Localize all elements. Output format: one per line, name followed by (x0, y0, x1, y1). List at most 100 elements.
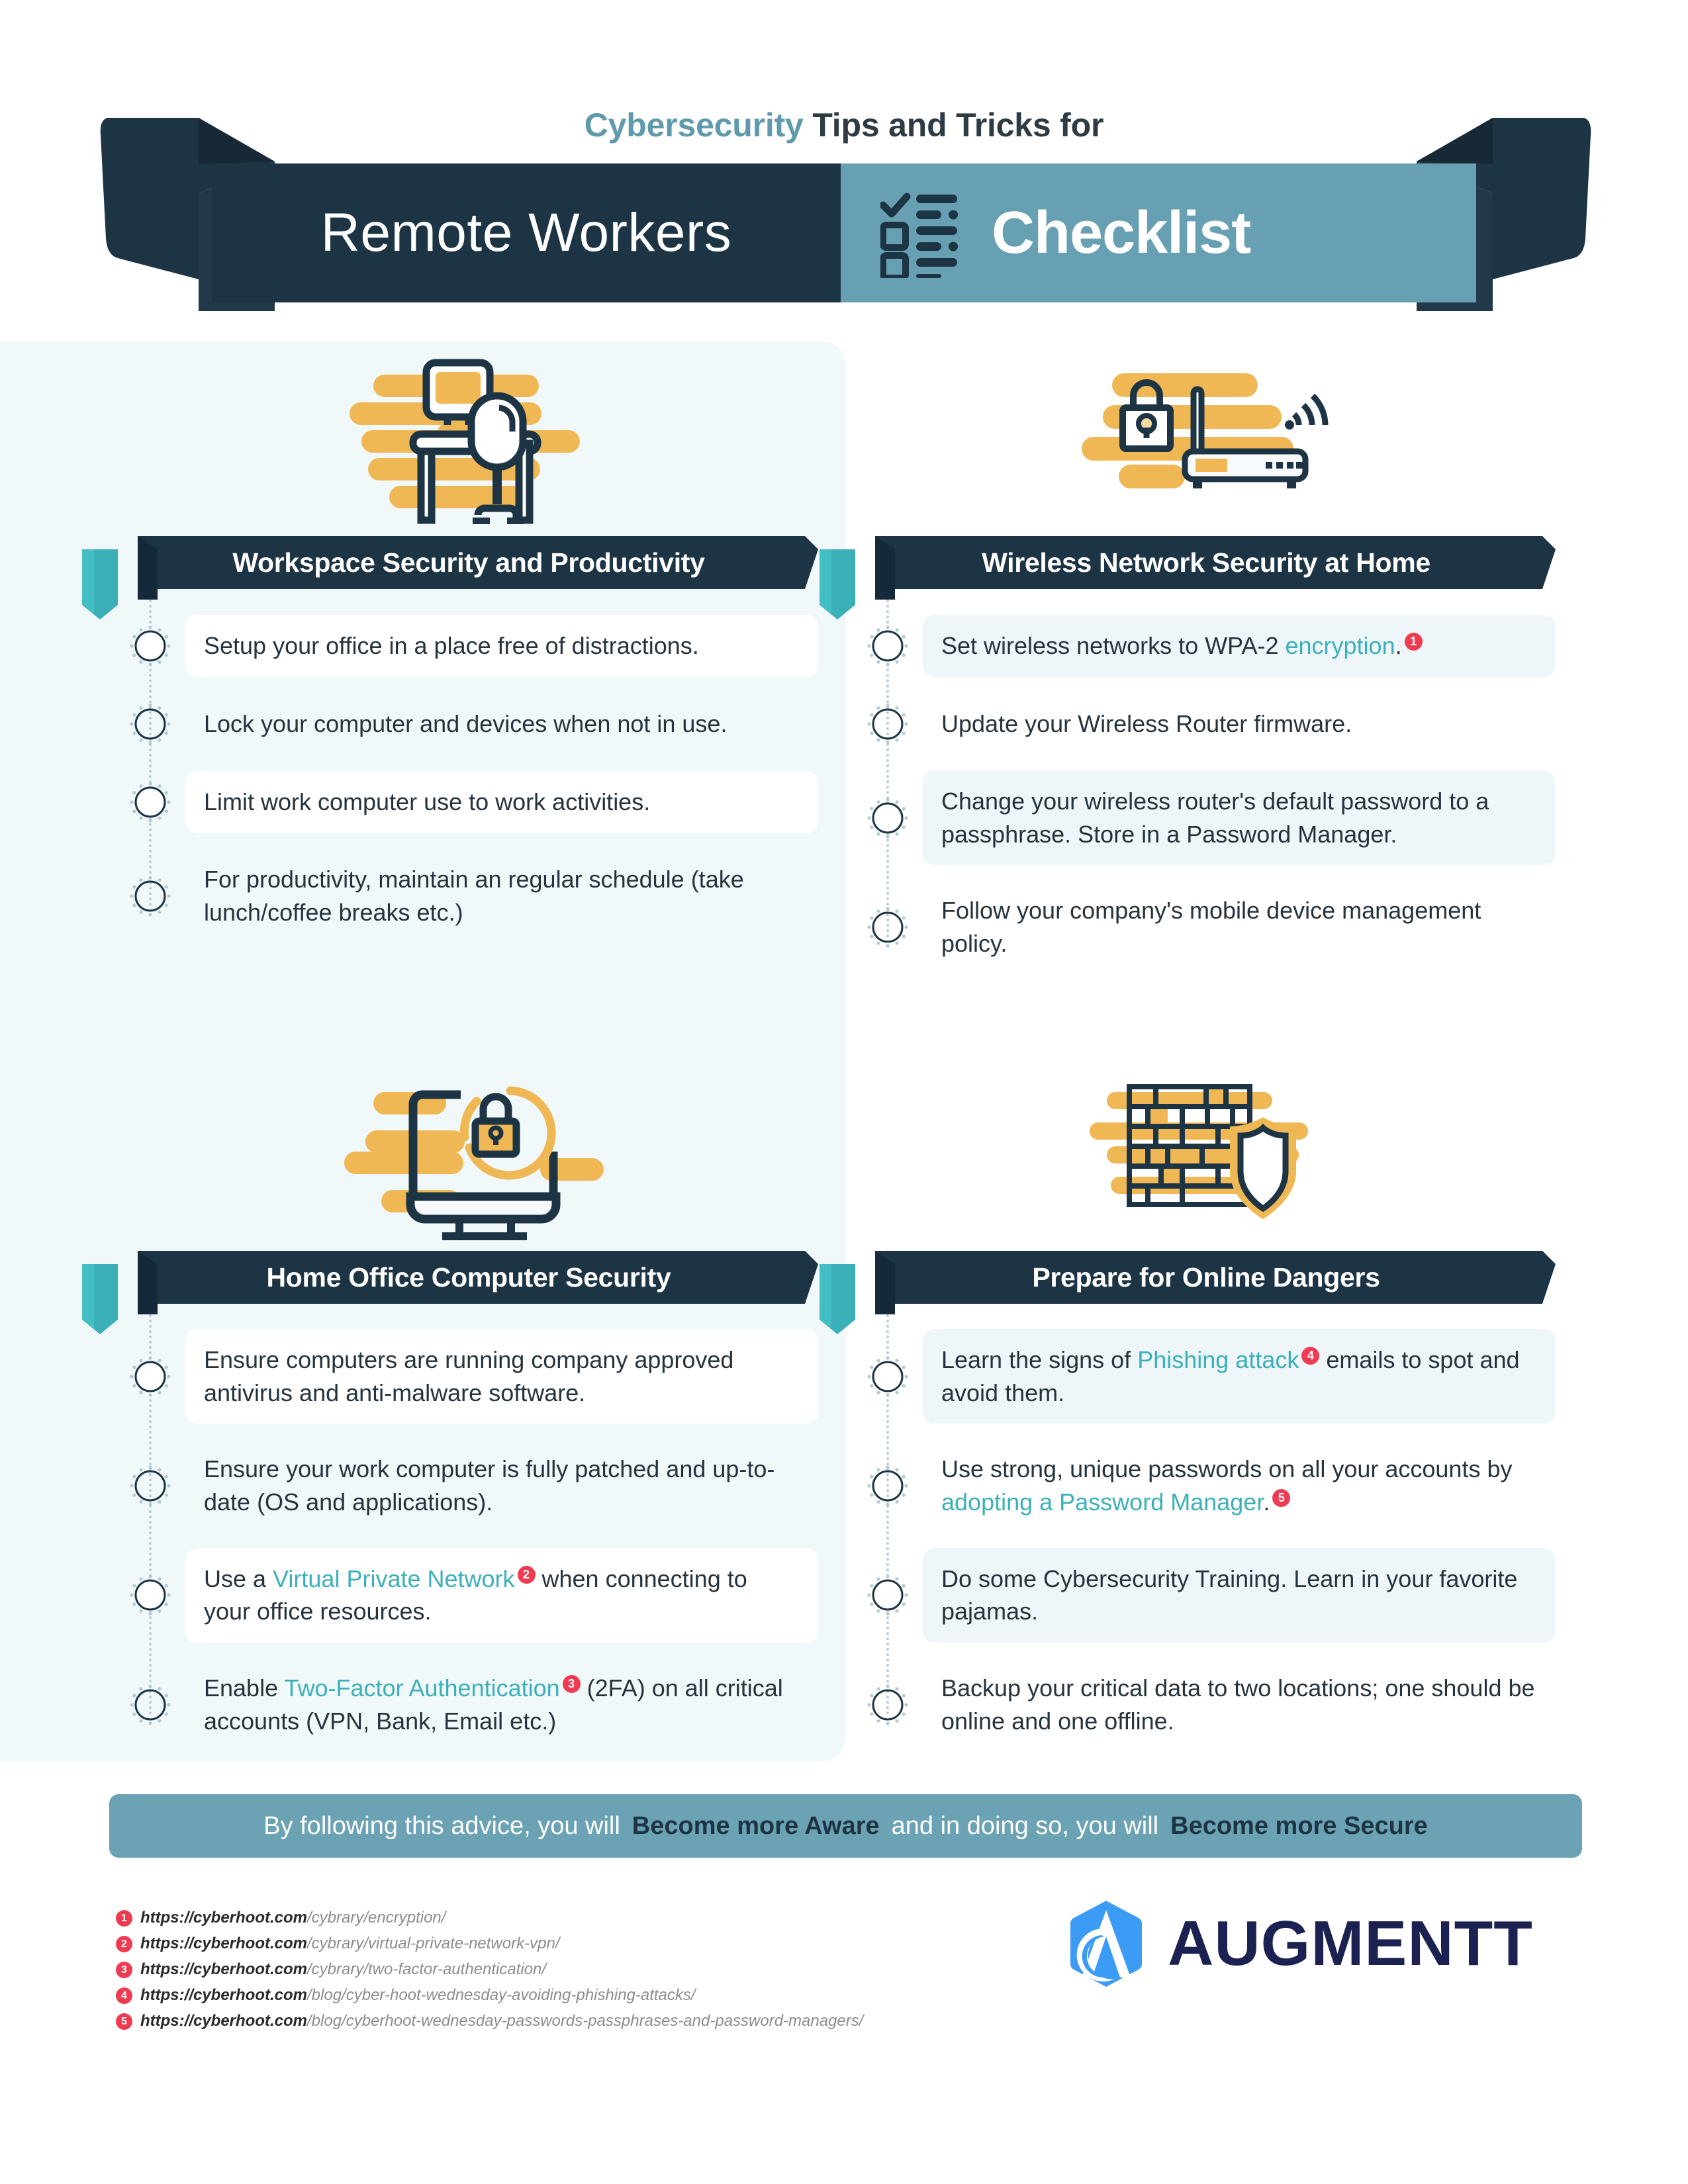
footer-text-part4: Become more Secure (1170, 1811, 1428, 1840)
checkbox-circle-icon[interactable] (867, 1465, 908, 1506)
header-subtitle-accent: Cybersecurity (584, 107, 804, 144)
section-tab-marker-icon (814, 1257, 861, 1336)
reference-marker[interactable]: 2 (517, 1565, 536, 1584)
reference-item[interactable]: 5 https://cyberhoot.com/blog/cyberhoot-w… (116, 2012, 863, 2030)
checkbox-circle-icon[interactable] (867, 797, 908, 839)
list-item[interactable]: Set wireless networks to WPA-2 encryptio… (867, 614, 1556, 678)
augmentt-logo[interactable]: AUGMENTT (1067, 1899, 1533, 1988)
list-item[interactable]: Backup your critical data to two locatio… (867, 1657, 1556, 1752)
list-item[interactable]: Limit work computer use to work activiti… (130, 770, 818, 834)
list-item-highlight[interactable]: Virtual Private Network (273, 1565, 514, 1592)
checkbox-circle-icon[interactable] (867, 625, 908, 666)
reference-list: 1 https://cyberhoot.com/cybrary/encrypti… (116, 1909, 863, 2038)
reference-item[interactable]: 3 https://cyberhoot.com/cybrary/two-fact… (116, 1960, 863, 1979)
checkbox-circle-icon[interactable] (130, 876, 171, 917)
section-tab-marker-icon (77, 1257, 123, 1336)
list-item[interactable]: Learn the signs of Phishing attack 4 emai… (867, 1329, 1556, 1424)
list-item-text: Backup your critical data to two locatio… (941, 1674, 1535, 1735)
list-item[interactable]: Lock your computer and devices when not … (130, 692, 818, 756)
wireless-router-lock-icon (867, 344, 1556, 536)
section-online-dangers: Prepare for Online Dangers Learn the sig… (820, 1059, 1556, 1766)
reference-item[interactable]: 4 https://cyberhoot.com/blog/cyber-hoot-… (116, 1986, 863, 2005)
list-item[interactable]: Change your wireless router's default pa… (867, 770, 1556, 866)
section-title-wireless: Wireless Network Security at Home (982, 547, 1430, 578)
list-item-text: Lock your computer and devices when not … (204, 710, 727, 738)
list-item-text: Set wireless networks to WPA-2 encryptio… (923, 615, 1556, 677)
list-item[interactable]: Follow your company's mobile device mana… (867, 880, 1556, 974)
list-item[interactable]: For productivity, maintain an regular sc… (130, 848, 818, 943)
list-item[interactable]: Use a Virtual Private Network 2 when conn… (130, 1547, 818, 1643)
list-item-text: For productivity, maintain an regular sc… (204, 866, 744, 926)
list-item-text: Ensure computers are running company app… (185, 1329, 818, 1424)
title-banner-left: Remote Workers (212, 163, 841, 302)
reference-domain: https://cyberhoot.com (140, 1934, 308, 1952)
title-banner-right: Checklist (841, 163, 1476, 302)
reference-marker[interactable]: 1 (1404, 633, 1423, 651)
list-item-text-tail: . (1263, 1488, 1270, 1516)
checkbox-circle-icon[interactable] (130, 1574, 171, 1615)
reference-number: 2 (116, 1935, 132, 1952)
list-item-text: Do some Cybersecurity Training. Learn in… (923, 1547, 1556, 1643)
reference-number: 1 (116, 1909, 132, 1927)
reference-path: /cybrary/virtual-private-network-vpn/ (307, 1934, 560, 1952)
footer-text-part3: and in doing so, you will (891, 1811, 1159, 1840)
augmentt-logo-text: AUGMENTT (1168, 1908, 1533, 1979)
checkbox-circle-icon[interactable] (130, 704, 171, 745)
checkbox-circle-icon[interactable] (130, 1684, 171, 1725)
reference-marker[interactable]: 3 (562, 1675, 581, 1694)
reference-domain: https://cyberhoot.com (140, 1909, 308, 1927)
reference-url[interactable]: https://cyberhoot.com/blog/cyberhoot-wed… (140, 2012, 863, 2030)
checkbox-circle-icon[interactable] (867, 907, 908, 948)
section-title-home-office: Home Office Computer Security (266, 1261, 671, 1293)
list-item[interactable]: Update your Wireless Router firmware. (867, 692, 1556, 756)
section-header-home-office: Home Office Computer Security (82, 1251, 818, 1334)
section-title-workspace: Workspace Security and Productivity (232, 547, 705, 578)
checkbox-circle-icon[interactable] (130, 1465, 171, 1506)
checkbox-circle-icon[interactable] (130, 782, 171, 823)
checklist-wireless: Set wireless networks to WPA-2 encryptio… (867, 600, 1556, 975)
list-item-highlight[interactable]: Two-Factor Authentication (284, 1674, 559, 1702)
reference-path: /blog/cyber-hoot-wednesday-avoiding-phis… (307, 1986, 696, 2004)
reference-item[interactable]: 1 https://cyberhoot.com/cybrary/encrypti… (116, 1909, 863, 1927)
reference-url[interactable]: https://cyberhoot.com/cybrary/virtual-pr… (140, 1934, 559, 1953)
checkbox-circle-icon[interactable] (130, 1356, 171, 1397)
list-item-text: Ensure your work computer is fully patch… (204, 1455, 775, 1516)
section-workspace-security: Workspace Security and Productivity Setu… (82, 344, 818, 958)
list-item-text: Setup your office in a place free of dis… (185, 615, 818, 677)
list-item-text: Change your wireless router's default pa… (923, 770, 1556, 866)
section-title-online-dangers: Prepare for Online Dangers (1032, 1261, 1380, 1293)
reference-url[interactable]: https://cyberhoot.com/cybrary/encryption… (140, 1909, 445, 1927)
checkbox-circle-icon[interactable] (867, 1684, 908, 1725)
checkbox-circle-icon[interactable] (867, 704, 908, 745)
section-header-wireless: Wireless Network Security at Home (820, 536, 1556, 619)
reference-url[interactable]: https://cyberhoot.com/blog/cyber-hoot-we… (140, 1986, 696, 2005)
section-home-office-security: Home Office Computer Security Ensure com… (82, 1059, 818, 1766)
checkbox-circle-icon[interactable] (867, 1356, 908, 1397)
section-tab-marker-icon (77, 543, 123, 621)
reference-url[interactable]: https://cyberhoot.com/cybrary/two-factor… (140, 1960, 546, 1979)
banner-left-label: Remote Workers (320, 203, 732, 263)
banner-right-label: Checklist (992, 199, 1251, 266)
reference-marker[interactable]: 5 (1272, 1489, 1291, 1508)
list-item[interactable]: Enable Two-Factor Authentication 3 (2FA) … (130, 1657, 818, 1752)
reference-number: 5 (116, 2013, 132, 2030)
list-item-highlight[interactable]: adopting a Password Manager (941, 1488, 1263, 1516)
reference-marker[interactable]: 4 (1301, 1347, 1320, 1365)
checkbox-circle-icon[interactable] (130, 625, 171, 666)
reference-number: 3 (116, 1961, 132, 1978)
list-item-highlight[interactable]: encryption (1286, 632, 1395, 659)
list-item-text-lead: Use a (204, 1565, 273, 1592)
monitor-padlock-icon (130, 1059, 818, 1251)
reference-domain: https://cyberhoot.com (140, 1986, 308, 2004)
list-item[interactable]: Setup your office in a place free of dis… (130, 614, 818, 678)
list-item-text: Use a Virtual Private Network 2 when conn… (185, 1547, 818, 1643)
checklist-home-office: Ensure computers are running company app… (130, 1314, 818, 1752)
list-item[interactable]: Ensure your work computer is fully patch… (130, 1438, 818, 1533)
list-item-highlight[interactable]: Phishing attack (1137, 1346, 1299, 1373)
list-item[interactable]: Do some Cybersecurity Training. Learn in… (867, 1547, 1556, 1643)
reference-item[interactable]: 2 https://cyberhoot.com/cybrary/virtual-… (116, 1934, 863, 1953)
list-item[interactable]: Ensure computers are running company app… (130, 1329, 818, 1424)
checkbox-circle-icon[interactable] (867, 1574, 908, 1615)
list-item-text-lead: Use strong, unique passwords on all your… (941, 1455, 1513, 1483)
list-item[interactable]: Use strong, unique passwords on all your… (867, 1438, 1556, 1533)
